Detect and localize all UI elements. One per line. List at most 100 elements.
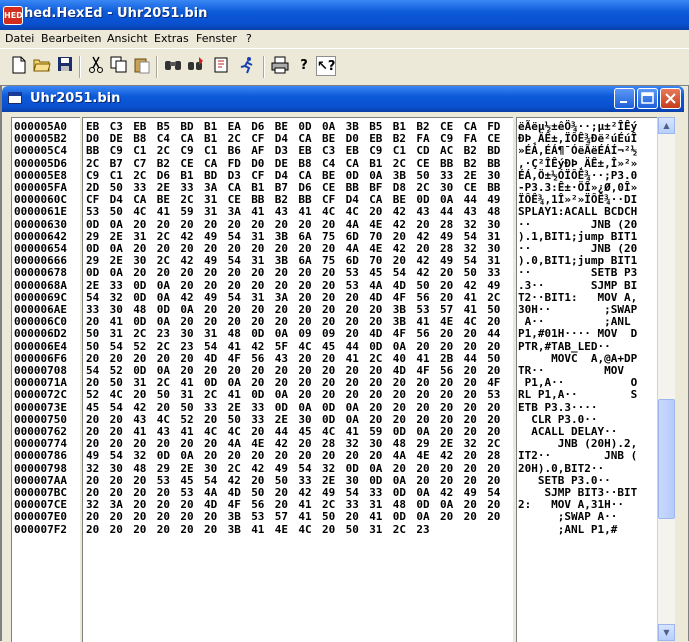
hex-byte-cell[interactable]: 2D bbox=[86, 181, 106, 194]
hex-byte-cell[interactable]: 20 bbox=[275, 266, 295, 279]
ascii-row[interactable]: RL P1,A·· S bbox=[518, 388, 637, 401]
hex-byte-cell[interactable]: CE bbox=[440, 120, 460, 133]
find-binoculars-icon[interactable] bbox=[163, 56, 183, 76]
hex-byte-cell[interactable]: 2E bbox=[157, 181, 177, 194]
hex-byte-cell[interactable]: BE bbox=[322, 169, 342, 182]
hex-byte-cell[interactable]: 20 bbox=[204, 523, 224, 536]
hex-byte-cell[interactable]: 0D bbox=[322, 401, 342, 414]
hex-byte-cell[interactable]: 20 bbox=[416, 401, 436, 414]
hex-byte-cell[interactable]: 0A bbox=[369, 462, 389, 475]
hex-byte-cell[interactable]: D3 bbox=[275, 144, 295, 157]
hex-byte-cell[interactable]: CA bbox=[464, 120, 484, 133]
hex-byte-cell[interactable]: 42 bbox=[251, 462, 271, 475]
hex-byte-cell[interactable]: 4F bbox=[393, 327, 413, 340]
hex-byte-cell[interactable]: 2C bbox=[157, 340, 177, 353]
ascii-row[interactable]: ,·Ç²ÎÊýÐÞ¸ÄÊ±,Î»²» bbox=[518, 157, 637, 170]
hex-byte-cell[interactable]: 41 bbox=[298, 510, 318, 523]
hex-byte-cell[interactable]: 20 bbox=[251, 279, 271, 292]
hex-byte-cell[interactable]: 0A bbox=[110, 218, 130, 231]
hex-byte-cell[interactable]: 0D bbox=[298, 120, 318, 133]
hex-byte-cell[interactable]: 4E bbox=[440, 315, 460, 328]
hex-byte-cell[interactable]: 20 bbox=[251, 376, 271, 389]
hex-byte-cell[interactable]: CF bbox=[251, 169, 271, 182]
hex-byte-cell[interactable]: 54 bbox=[487, 486, 507, 499]
hex-byte-cell[interactable]: 0A bbox=[393, 474, 413, 487]
hex-byte-cell[interactable]: D0 bbox=[346, 132, 366, 145]
hex-byte-cell[interactable]: 53 bbox=[180, 486, 200, 499]
hex-byte-cell[interactable]: 20 bbox=[346, 303, 366, 316]
hex-byte-cell[interactable]: 0A bbox=[416, 486, 436, 499]
hex-byte-cell[interactable]: 20 bbox=[275, 279, 295, 292]
hex-byte-cell[interactable]: CF bbox=[322, 193, 342, 206]
hex-byte-cell[interactable]: 20 bbox=[322, 376, 342, 389]
hex-byte-cell[interactable]: 31 bbox=[180, 388, 200, 401]
hex-byte-cell[interactable]: 2E bbox=[86, 279, 106, 292]
hex-byte-cell[interactable]: 20 bbox=[133, 486, 153, 499]
hex-byte-cell[interactable]: 20 bbox=[416, 340, 436, 353]
hex-byte-cell[interactable]: 6D bbox=[346, 230, 366, 243]
hex-byte-cell[interactable]: 20 bbox=[369, 303, 389, 316]
hex-byte-cell[interactable]: 43 bbox=[157, 425, 177, 438]
hex-byte-cell[interactable]: D8 bbox=[393, 181, 413, 194]
hex-byte-cell[interactable]: 2C bbox=[204, 388, 224, 401]
hex-byte-cell[interactable]: 31 bbox=[369, 523, 389, 536]
hex-byte-cell[interactable]: 20 bbox=[322, 523, 342, 536]
ascii-pane[interactable]: ëÃëµ½±êÖ¾··;µ±²ÎÊý ÐÞ¸ÄÊ±,ÏÔÊ¾Ðë²úÉúÎ »ÉÁ,… bbox=[516, 117, 657, 642]
hex-byte-cell[interactable]: 20 bbox=[110, 510, 130, 523]
hex-byte-cell[interactable]: D0 bbox=[251, 157, 271, 170]
hex-byte-cell[interactable]: 3B bbox=[393, 303, 413, 316]
hex-byte-cell[interactable]: C3 bbox=[322, 144, 342, 157]
hex-byte-cell[interactable]: 56 bbox=[440, 364, 460, 377]
hex-byte-cell[interactable]: 49 bbox=[487, 279, 507, 292]
hex-byte-cell[interactable]: 30 bbox=[346, 474, 366, 487]
hex-byte-cell[interactable]: 20 bbox=[440, 279, 460, 292]
hex-byte-cell[interactable]: 20 bbox=[110, 352, 130, 365]
hex-byte-cell[interactable]: 4C bbox=[322, 425, 342, 438]
hex-byte-cell[interactable]: 41 bbox=[228, 388, 248, 401]
hex-byte-cell[interactable]: 20 bbox=[204, 449, 224, 462]
hex-byte-cell[interactable]: 48 bbox=[393, 498, 413, 511]
hex-byte-cell[interactable]: 49 bbox=[440, 254, 460, 267]
hex-byte-cell[interactable]: 20 bbox=[298, 291, 318, 304]
hex-byte-cell[interactable]: 54 bbox=[346, 486, 366, 499]
hex-byte-cell[interactable]: 4A bbox=[346, 242, 366, 255]
hex-byte-cell[interactable]: 56 bbox=[251, 352, 271, 365]
hex-byte-cell[interactable]: 4D bbox=[204, 498, 224, 511]
ascii-row[interactable]: 2: MOV A,31H·· bbox=[518, 498, 637, 511]
hex-byte-cell[interactable]: 20 bbox=[298, 364, 318, 377]
hex-byte-cell[interactable]: 54 bbox=[204, 340, 224, 353]
hex-byte-cell[interactable]: 70 bbox=[369, 254, 389, 267]
hex-byte-cell[interactable]: BE bbox=[322, 132, 342, 145]
hex-byte-cell[interactable]: 29 bbox=[86, 254, 106, 267]
hex-byte-cell[interactable]: 0A bbox=[180, 449, 200, 462]
hex-byte-cell[interactable]: 20 bbox=[275, 486, 295, 499]
hex-byte-cell[interactable]: 41 bbox=[180, 376, 200, 389]
hex-byte-cell[interactable]: 50 bbox=[110, 205, 130, 218]
hex-byte-cell[interactable]: 41 bbox=[228, 340, 248, 353]
hex-byte-cell[interactable]: 56 bbox=[416, 291, 436, 304]
hex-byte-cell[interactable]: 4D bbox=[204, 352, 224, 365]
hex-byte-cell[interactable]: 20 bbox=[440, 413, 460, 426]
hex-byte-cell[interactable]: 20 bbox=[204, 510, 224, 523]
hex-byte-cell[interactable]: 20 bbox=[464, 510, 484, 523]
hex-byte-cell[interactable]: 20 bbox=[464, 462, 484, 475]
hex-byte-cell[interactable]: 20 bbox=[251, 425, 271, 438]
hex-byte-cell[interactable]: 20 bbox=[416, 242, 436, 255]
hex-byte-cell[interactable]: 42 bbox=[464, 279, 484, 292]
hex-byte-cell[interactable]: 28 bbox=[440, 218, 460, 231]
hex-byte-cell[interactable]: 20 bbox=[298, 218, 318, 231]
hex-byte-cell[interactable]: 20 bbox=[133, 510, 153, 523]
ascii-row[interactable]: T2··BIT1: MOV A, bbox=[518, 291, 637, 304]
hex-byte-cell[interactable]: 20 bbox=[322, 364, 342, 377]
hex-byte-cell[interactable]: 4D bbox=[369, 291, 389, 304]
hex-byte-cell[interactable]: 33 bbox=[251, 401, 271, 414]
hex-byte-cell[interactable]: 42 bbox=[416, 266, 436, 279]
ascii-row[interactable]: ).0,BIT1;jump BIT1 bbox=[518, 254, 637, 267]
hex-byte-cell[interactable]: 20 bbox=[487, 364, 507, 377]
hex-byte-cell[interactable]: 4F bbox=[416, 364, 436, 377]
hex-byte-cell[interactable]: 42 bbox=[180, 291, 200, 304]
hex-byte-cell[interactable]: 41 bbox=[369, 510, 389, 523]
hex-byte-cell[interactable]: 2C bbox=[157, 254, 177, 267]
hex-byte-cell[interactable]: 2E bbox=[322, 474, 342, 487]
hex-byte-cell[interactable]: 20 bbox=[440, 266, 460, 279]
